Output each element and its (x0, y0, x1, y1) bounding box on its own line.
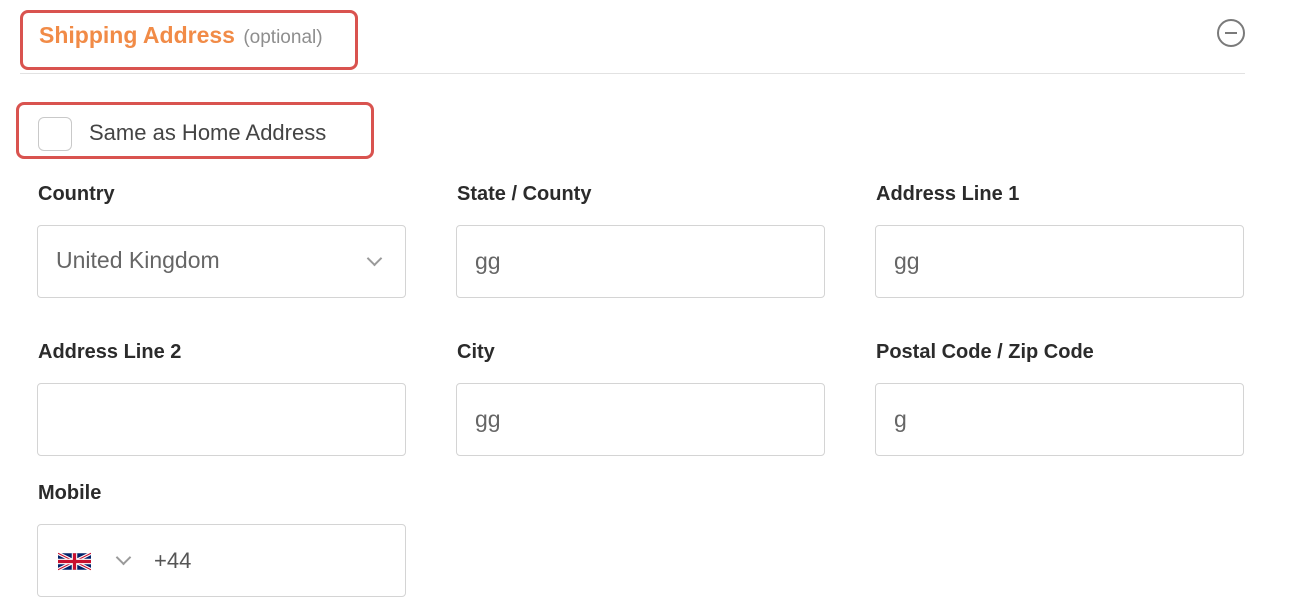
mobile-input[interactable]: +44 (37, 524, 406, 597)
same-as-home-checkbox[interactable] (38, 117, 72, 151)
postal-input[interactable]: g (875, 383, 1244, 456)
city-input[interactable]: gg (456, 383, 825, 456)
postal-label: Postal Code / Zip Code (876, 341, 1094, 363)
chevron-down-icon (366, 250, 383, 267)
country-label: Country (38, 183, 115, 205)
state-input[interactable]: gg (456, 225, 825, 298)
chevron-down-icon[interactable] (115, 549, 132, 566)
country-select[interactable]: United Kingdom (37, 225, 406, 298)
section-title-text: Shipping Address (39, 22, 235, 48)
city-value: gg (475, 406, 501, 432)
postal-value: g (894, 406, 907, 432)
state-label: State / County (457, 183, 592, 205)
section-title: Shipping Address (optional) (39, 22, 323, 49)
uk-flag-icon[interactable] (58, 551, 91, 572)
city-label: City (457, 341, 495, 363)
address2-input[interactable] (37, 383, 406, 456)
address1-label: Address Line 1 (876, 183, 1020, 205)
mobile-label: Mobile (38, 482, 102, 504)
country-value: United Kingdom (56, 247, 220, 273)
state-value: gg (475, 248, 501, 274)
address2-label: Address Line 2 (38, 341, 182, 363)
title-highlight: Shipping Address (optional) (20, 10, 358, 70)
address1-input[interactable]: gg (875, 225, 1244, 298)
optional-tag: (optional) (243, 27, 323, 48)
same-as-home-label[interactable]: Same as Home Address (89, 120, 326, 146)
same-as-home-highlight: Same as Home Address (16, 102, 374, 159)
minus-circle-icon[interactable] (1217, 19, 1245, 47)
dial-code: +44 (154, 548, 192, 573)
shipping-address-header: Shipping Address (optional) (20, 10, 1245, 74)
address1-value: gg (894, 248, 920, 274)
